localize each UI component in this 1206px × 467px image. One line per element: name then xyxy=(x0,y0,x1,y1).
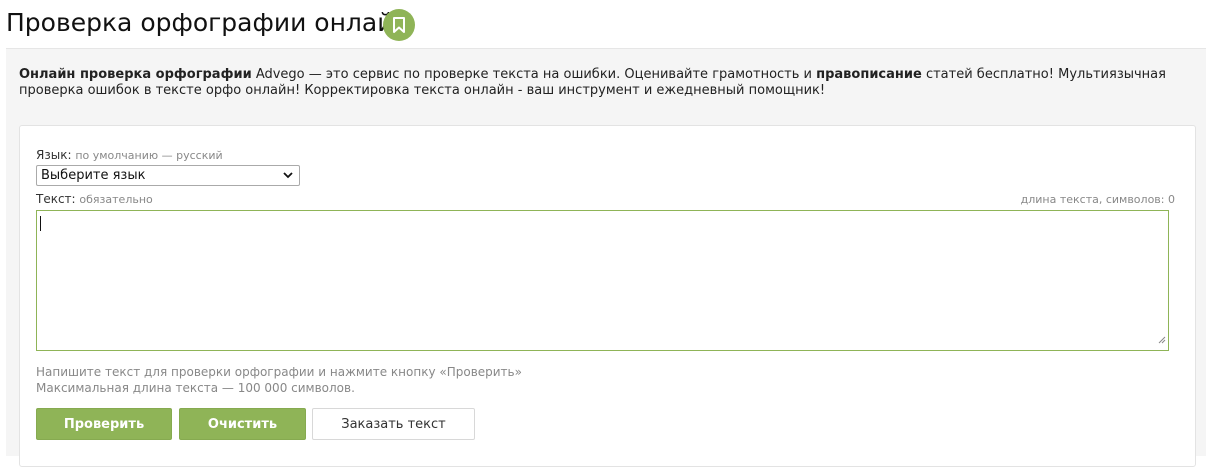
text-length-counter: длина текста, символов: 0 xyxy=(1020,193,1175,206)
order-text-button[interactable]: Заказать текст xyxy=(312,408,475,440)
language-label-text: Язык: xyxy=(36,148,72,162)
helper-text: Напишите текст для проверки орфографии и… xyxy=(36,364,522,396)
resize-handle-icon[interactable] xyxy=(1158,329,1166,348)
intro-text: Онлайн проверка орфографии Advego — это … xyxy=(19,67,1189,99)
language-select-value: Выберите язык xyxy=(41,168,146,183)
helper-line: Максимальная длина текста — 100 000 симв… xyxy=(36,381,355,395)
chevron-down-icon xyxy=(283,168,293,186)
bookmark-icon[interactable] xyxy=(383,9,415,41)
text-cursor xyxy=(40,216,41,231)
language-hint: по умолчанию — русский xyxy=(75,149,223,162)
check-button[interactable]: Проверить xyxy=(36,408,172,440)
intro-bold-keyword: правописание xyxy=(816,67,922,82)
text-label-text: Текст: xyxy=(36,192,76,206)
language-label: Язык: по умолчанию — русский xyxy=(36,148,223,162)
intro-bold-title: Онлайн проверка орфографии xyxy=(19,67,252,82)
page-header: Проверка орфографии онлайн xyxy=(0,0,1206,48)
intro-text-part: Advego — это сервис по проверке текста н… xyxy=(251,67,817,82)
main-content: Онлайн проверка орфографии Advego — это … xyxy=(6,48,1206,467)
clear-button[interactable]: Очистить xyxy=(179,408,306,440)
text-input[interactable] xyxy=(36,210,1169,351)
page-title: Проверка орфографии онлайн xyxy=(6,8,410,37)
text-hint: обязательно xyxy=(79,193,153,206)
language-select[interactable]: Выберите язык xyxy=(36,165,300,186)
spellcheck-form: Язык: по умолчанию — русский Выберите яз… xyxy=(19,125,1196,467)
helper-line: Напишите текст для проверки орфографии и… xyxy=(36,365,522,379)
text-label: Текст: обязательно xyxy=(36,192,153,206)
